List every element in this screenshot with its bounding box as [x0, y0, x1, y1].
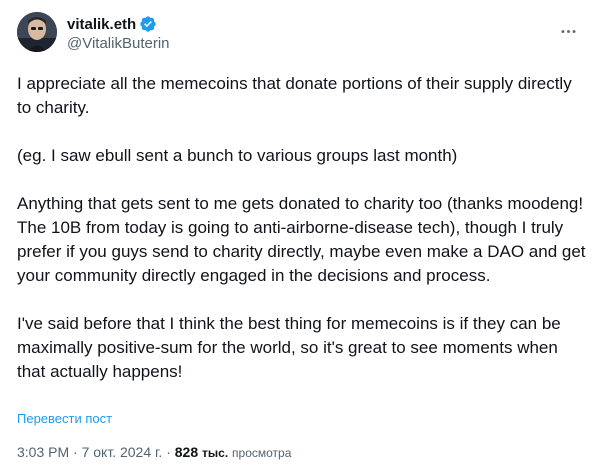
tweet-paragraph: I've said before that I think the best t…: [17, 314, 561, 381]
more-horizontal-icon: [561, 29, 575, 33]
tweet-paragraph: (eg. I saw ebull sent a bunch to various…: [17, 146, 458, 165]
tweet-text: I appreciate all the memecoins that dona…: [17, 72, 587, 384]
tweet-card: vitalik.eth @VitalikButerin I appreciate…: [0, 0, 599, 472]
views-unit: тыс.: [202, 446, 229, 460]
meta-separator: ·: [73, 444, 78, 460]
tweet-paragraph: Anything that gets sent to me gets donat…: [17, 194, 586, 285]
author-handle[interactable]: @VitalikButerin: [67, 34, 170, 54]
translate-post-link[interactable]: Перевести пост: [17, 411, 112, 426]
verified-badge-icon[interactable]: [139, 15, 157, 33]
tweet-header: vitalik.eth @VitalikButerin: [17, 12, 585, 56]
more-options-button[interactable]: [555, 18, 581, 44]
meta-separator: ·: [166, 444, 171, 460]
person-avatar-icon: [17, 12, 57, 52]
tweet-time[interactable]: 3:03 PM: [17, 444, 69, 460]
author-names: vitalik.eth @VitalikButerin: [67, 14, 170, 54]
views-count: 828: [174, 444, 199, 460]
views-label: просмотра: [232, 446, 292, 460]
display-name-row: vitalik.eth: [67, 14, 170, 34]
avatar[interactable]: [17, 12, 57, 52]
tweet-paragraph: I appreciate all the memecoins that dona…: [17, 74, 572, 117]
tweet-meta: 3:03 PM · 7 окт. 2024 г. · 828 тыс. прос…: [17, 444, 291, 460]
tweet-date[interactable]: 7 окт. 2024 г.: [82, 444, 163, 460]
display-name[interactable]: vitalik.eth: [67, 16, 136, 33]
